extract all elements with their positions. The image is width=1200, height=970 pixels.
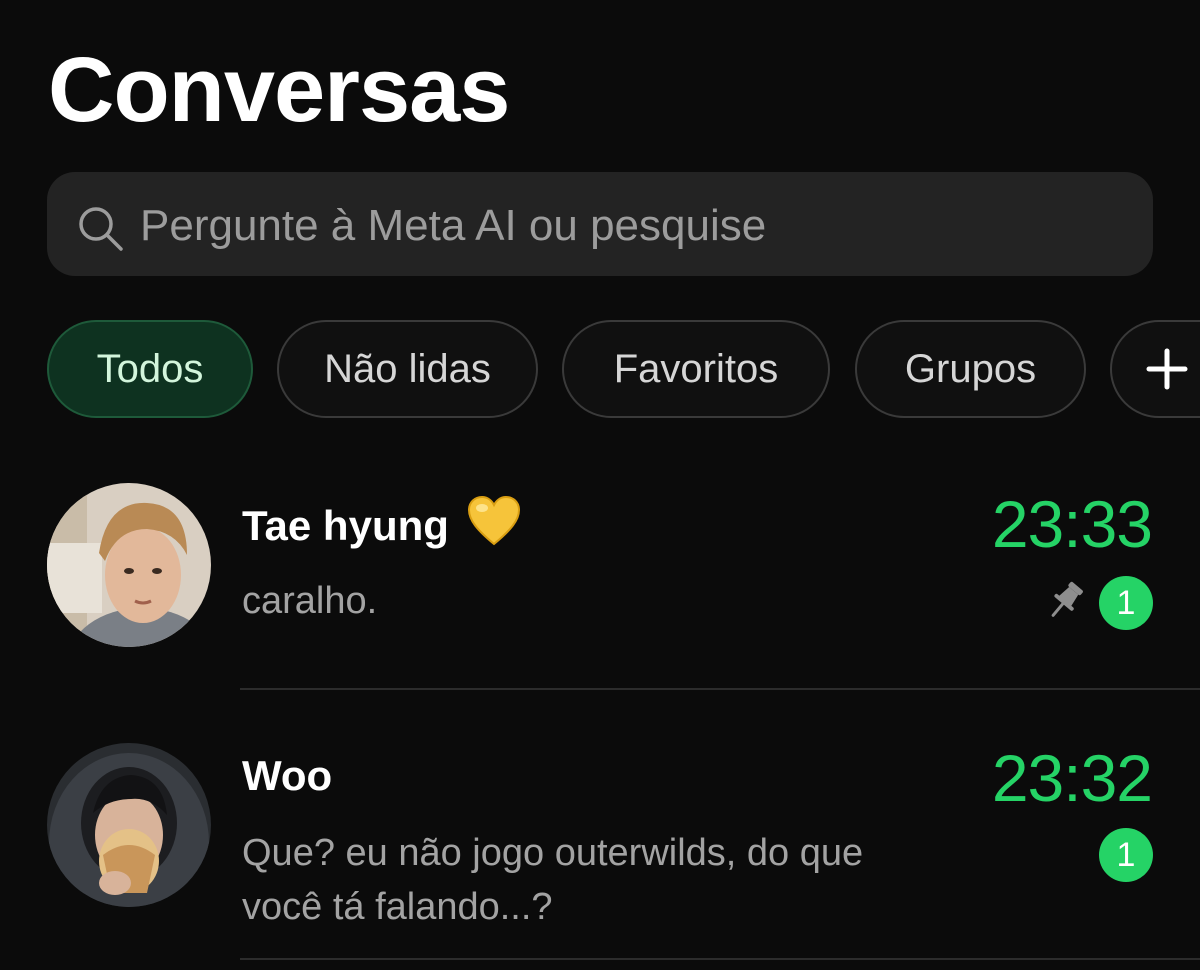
chat-name: Tae hyung bbox=[242, 495, 521, 556]
plus-icon bbox=[1146, 348, 1188, 390]
chat-preview-line: você tá falando...? bbox=[242, 886, 553, 928]
chat-preview: Que? eu não jogo outerwilds, do que você… bbox=[242, 826, 863, 934]
divider bbox=[240, 688, 1200, 690]
avatar bbox=[47, 743, 211, 907]
avatar bbox=[47, 483, 211, 647]
filter-chip-todos[interactable]: Todos bbox=[47, 320, 253, 418]
filter-chip-grupos[interactable]: Grupos bbox=[855, 320, 1086, 418]
chat-time: 23:33 bbox=[991, 487, 1153, 561]
pin-icon bbox=[1051, 581, 1083, 617]
chat-preview: caralho. bbox=[242, 580, 378, 622]
chat-time: 23:32 bbox=[991, 741, 1153, 815]
yellow-heart-icon bbox=[467, 495, 521, 556]
unread-badge: 1 bbox=[1099, 828, 1153, 882]
add-filter-button[interactable] bbox=[1110, 320, 1200, 418]
divider bbox=[240, 958, 1200, 960]
unread-badge: 1 bbox=[1099, 576, 1153, 630]
search-icon bbox=[79, 207, 123, 251]
page-title: Conversas bbox=[48, 39, 510, 141]
search-input[interactable] bbox=[140, 196, 1120, 256]
chat-preview-line: Que? eu não jogo outerwilds, do que bbox=[242, 832, 864, 874]
chat-name: Woo bbox=[242, 752, 333, 799]
filter-chip-nao-lidas[interactable]: Não lidas bbox=[277, 320, 538, 418]
filter-chip-favoritos[interactable]: Favoritos bbox=[562, 320, 830, 418]
